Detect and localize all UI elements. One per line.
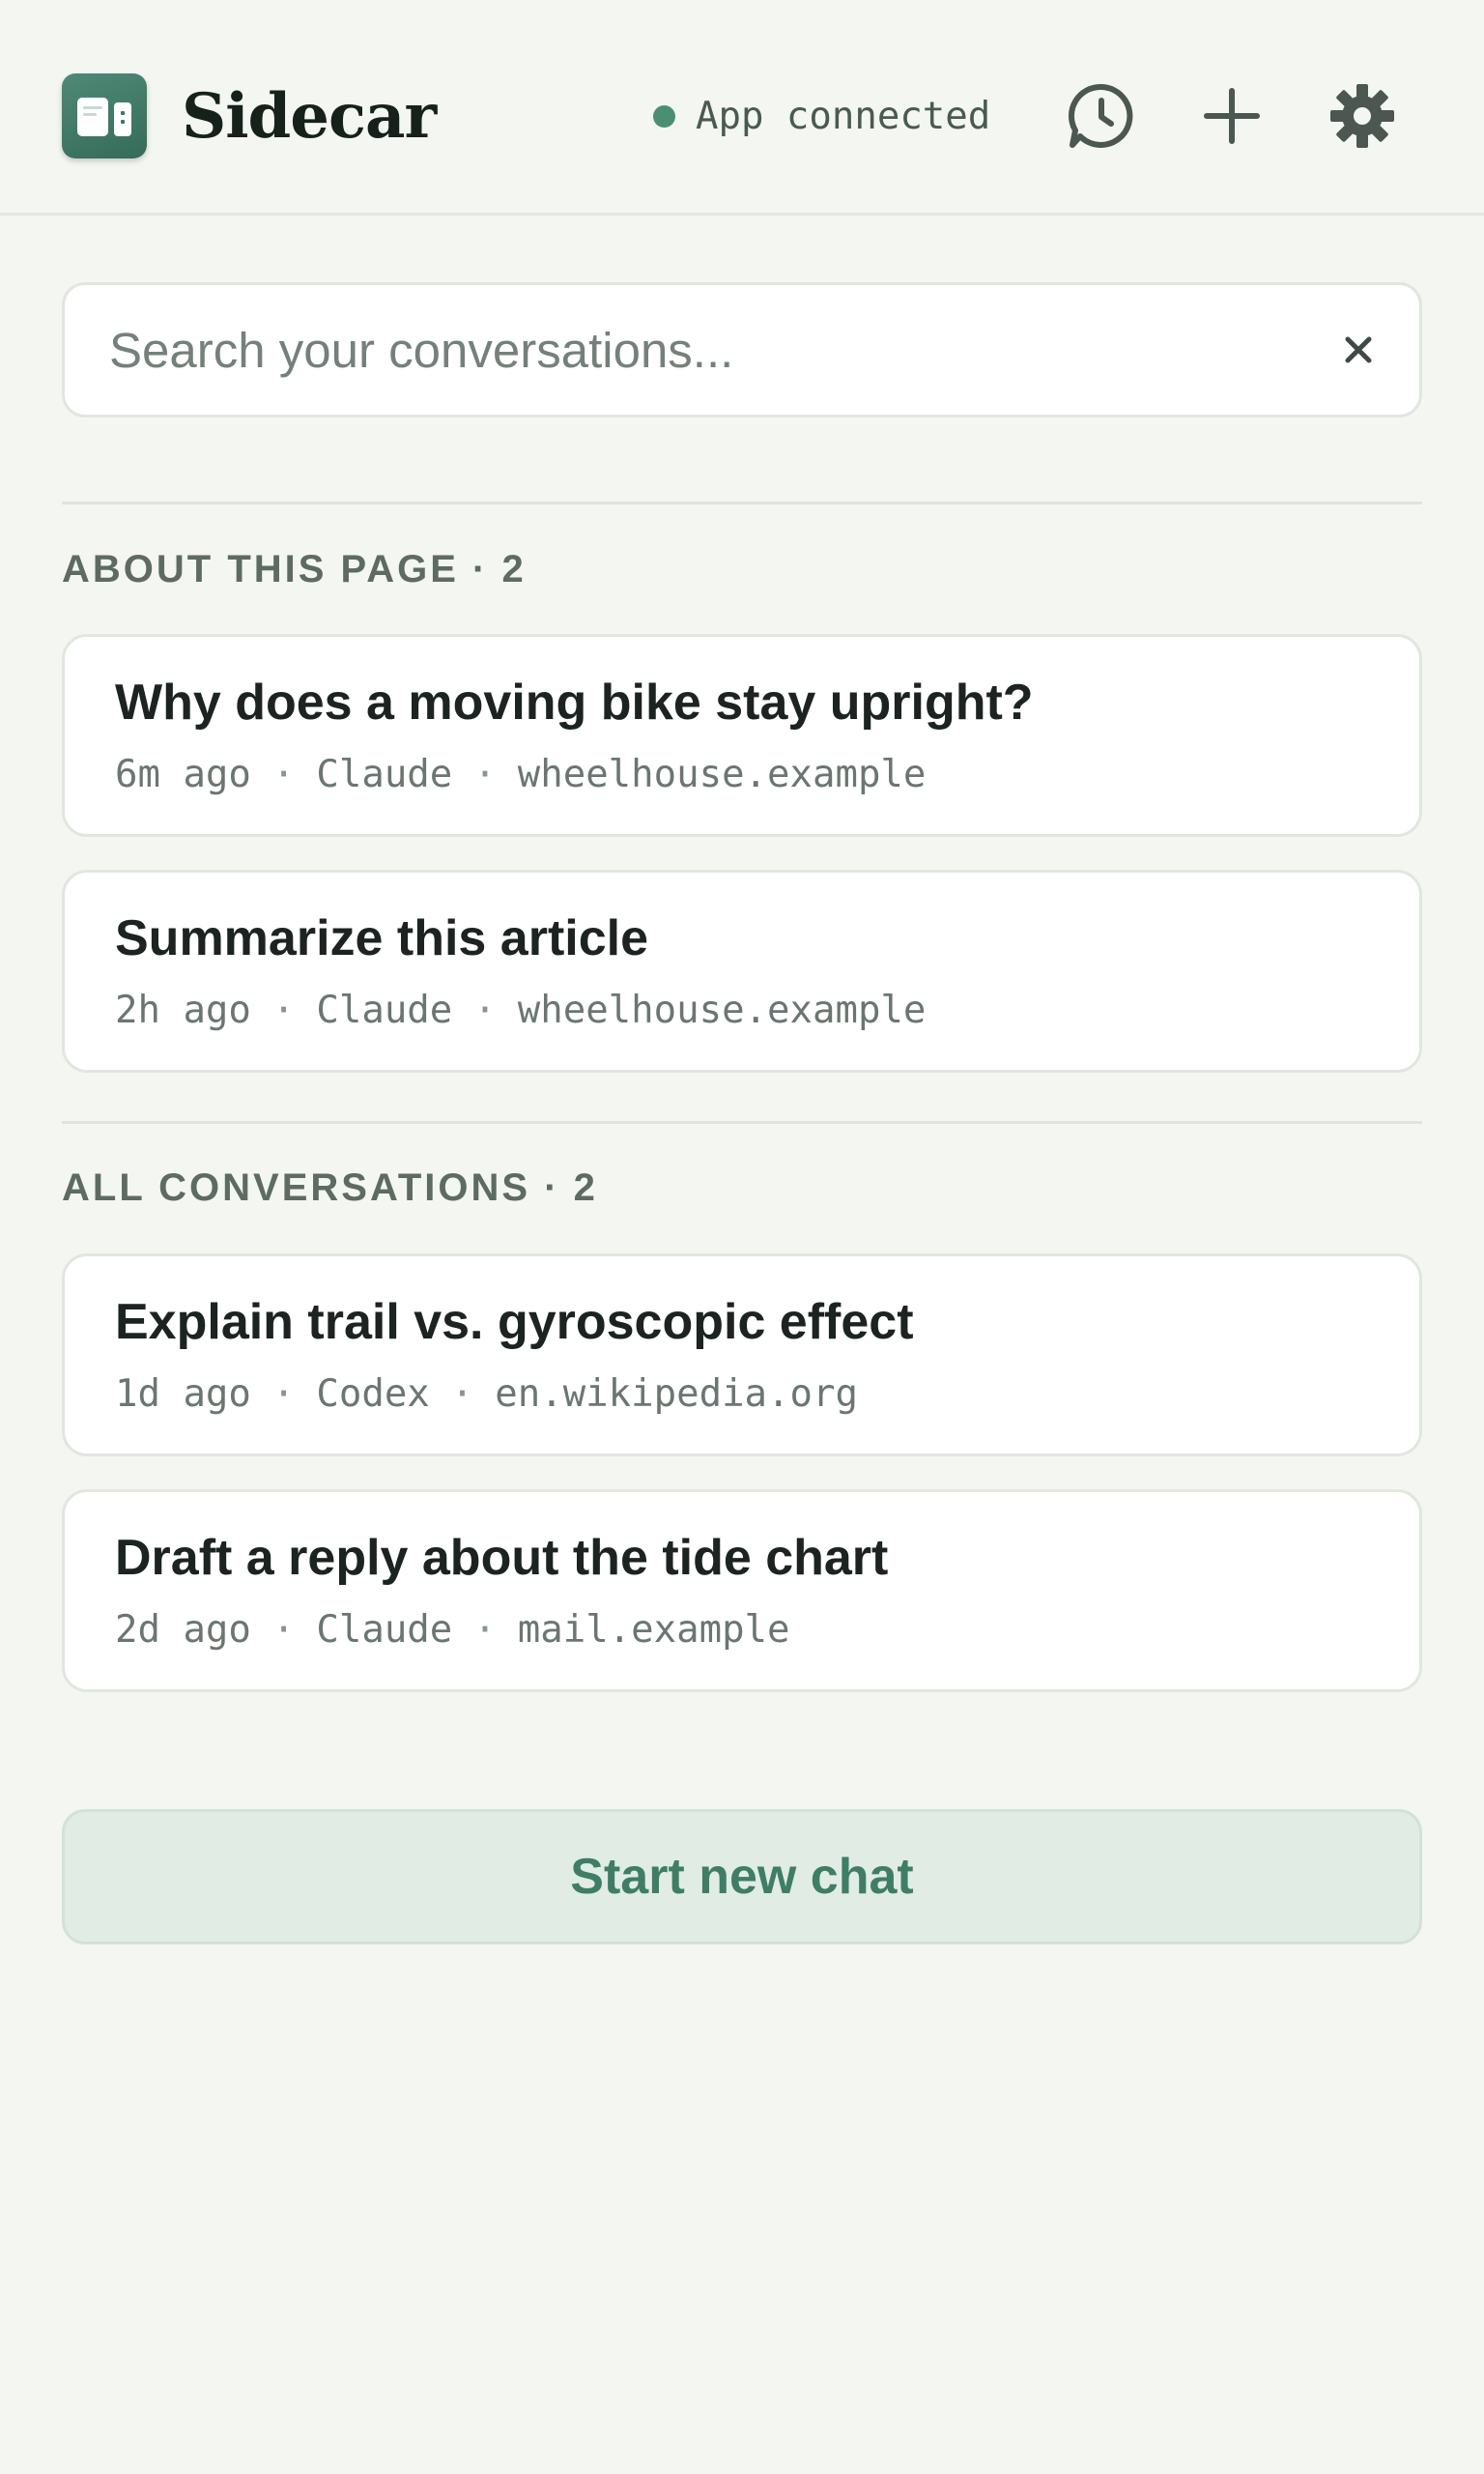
connection-status-dot: [653, 105, 675, 128]
about-page-section-label: ABOUT THIS PAGE · 2: [62, 548, 527, 590]
new-chat-button[interactable]: [1193, 77, 1270, 155]
logo-page-shape: [77, 98, 108, 136]
conversation-site: wheelhouse.example: [517, 753, 927, 796]
conversation-model: Claude: [316, 1608, 453, 1652]
section-divider: [62, 502, 1422, 504]
conversation-title: Why does a moving bike stay upright?: [115, 675, 1034, 731]
conversation-model: Codex: [316, 1372, 430, 1416]
section-divider: [62, 1121, 1422, 1124]
conversation-meta: 2d ago · Claude · mail.example: [115, 1608, 790, 1652]
conversation-title: Summarize this article: [115, 910, 648, 966]
settings-button[interactable]: [1324, 77, 1401, 155]
clear-search-button[interactable]: [1330, 322, 1386, 378]
search-box: [62, 282, 1422, 417]
conversation-time: 6m ago: [115, 753, 251, 796]
history-icon: [1069, 83, 1133, 148]
plus-icon: [1204, 88, 1260, 144]
conversation-meta: 1d ago · Codex · en.wikipedia.org: [115, 1372, 858, 1416]
connection-status-text: App connected: [696, 95, 991, 138]
conversation-meta: 6m ago · Claude · wheelhouse.example: [115, 753, 927, 796]
conversation-card[interactable]: Explain trail vs. gyroscopic effect 1d a…: [62, 1253, 1422, 1456]
conversation-site: wheelhouse.example: [517, 989, 927, 1032]
logo-sidebar-shape: [114, 102, 131, 136]
close-icon: [1345, 336, 1372, 363]
conversation-model: Claude: [316, 753, 453, 796]
search-input[interactable]: [109, 285, 1269, 415]
conversation-time: 2h ago: [115, 989, 251, 1032]
conversation-card[interactable]: Summarize this article 2h ago · Claude · whe…: [62, 870, 1422, 1073]
conversation-site: en.wikipedia.org: [495, 1372, 858, 1416]
conversation-meta: 2h ago · Claude · wheelhouse.example: [115, 989, 927, 1032]
sidecar-logo-icon: [62, 73, 147, 158]
all-conversations-section-label: ALL CONVERSATIONS · 2: [62, 1166, 598, 1209]
app-title: Sidecar: [182, 80, 437, 153]
history-button[interactable]: [1063, 77, 1140, 155]
start-new-chat-button[interactable]: Start new chat: [62, 1809, 1422, 1944]
conversation-site: mail.example: [517, 1608, 790, 1652]
conversation-title: Explain trail vs. gyroscopic effect: [115, 1294, 914, 1350]
conversation-card[interactable]: Why does a moving bike stay upright? 6m …: [62, 634, 1422, 837]
app-header: Sidecar App connected: [0, 0, 1484, 216]
conversation-model: Claude: [316, 989, 453, 1032]
conversation-time: 2d ago: [115, 1608, 251, 1652]
conversation-time: 1d ago: [115, 1372, 251, 1416]
conversation-card[interactable]: Draft a reply about the tide chart 2d ag…: [62, 1489, 1422, 1692]
gear-icon: [1330, 84, 1394, 148]
conversation-title: Draft a reply about the tide chart: [115, 1530, 889, 1586]
